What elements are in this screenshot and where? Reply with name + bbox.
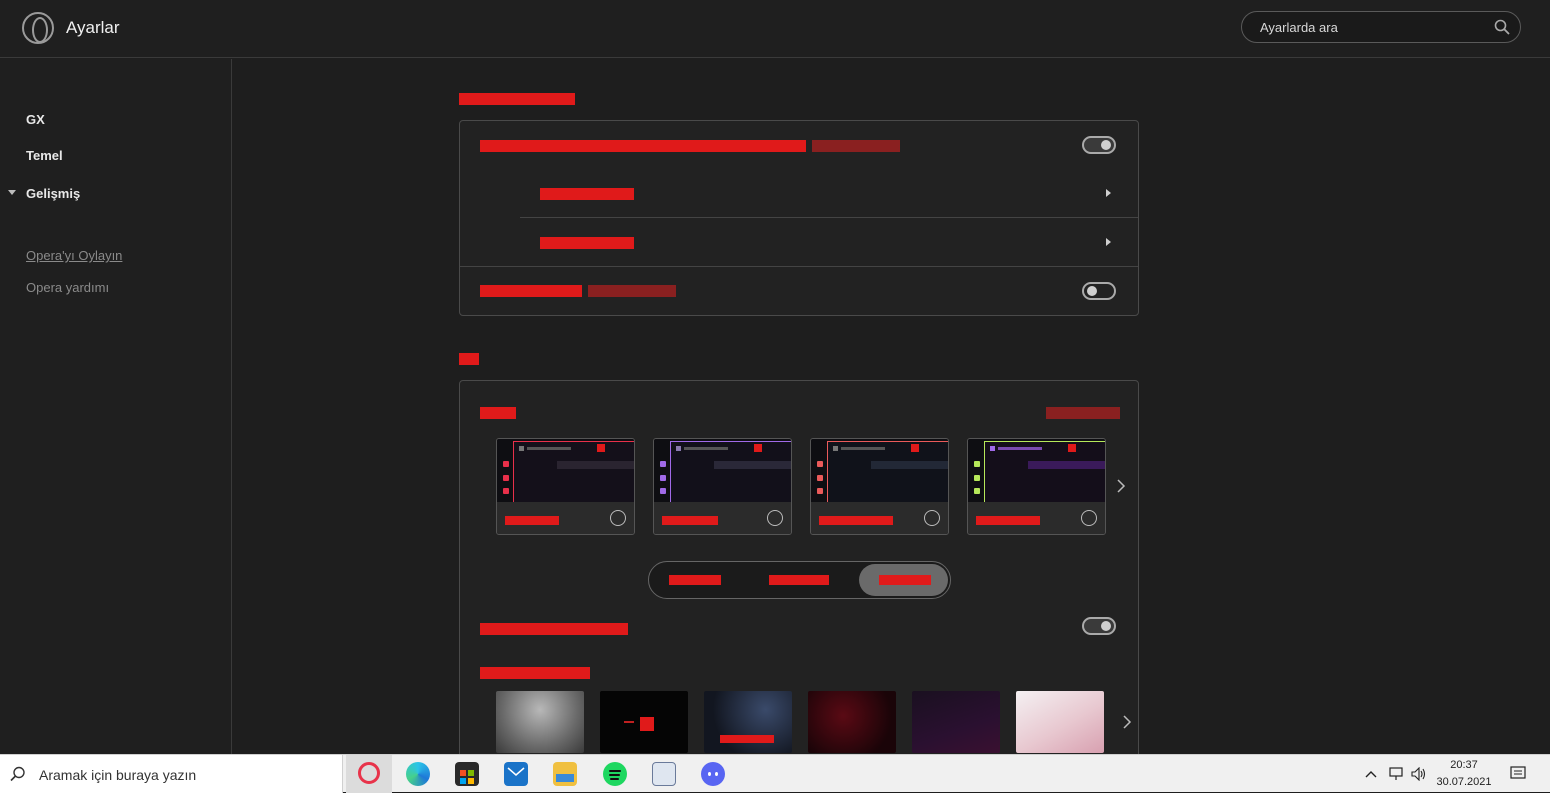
subsetting-label-redacted (540, 237, 634, 249)
chevron-up-icon[interactable] (1365, 770, 1377, 778)
radio-button[interactable] (924, 510, 940, 526)
theme-preview (497, 439, 634, 502)
learn-more-link-redacted[interactable] (588, 285, 676, 297)
top-bar: Ayarlar Ayarlarda ara (0, 0, 1550, 58)
caret-down-icon (8, 190, 16, 195)
setting-label-redacted (480, 623, 628, 635)
opera-gx-icon (358, 762, 380, 784)
theme-preview (654, 439, 791, 502)
radio-button[interactable] (767, 510, 783, 526)
setting-label-redacted (480, 140, 806, 152)
theme-name-redacted (505, 516, 559, 525)
wallpaper-label-redacted (480, 667, 590, 679)
carousel-next-icon[interactable] (1122, 715, 1132, 729)
mode-segmented-control (648, 561, 951, 599)
themes-label-redacted (480, 407, 516, 419)
carousel-next-icon[interactable] (1116, 479, 1126, 493)
settings-search-field[interactable]: Ayarlarda ara (1241, 11, 1521, 43)
wallpaper-thumb-1[interactable] (496, 691, 584, 753)
clock-time[interactable]: 20:37 (1436, 759, 1492, 771)
search-icon (1494, 19, 1510, 35)
wallpaper-thumb-2[interactable] (600, 691, 688, 753)
section-heading-redacted (459, 353, 479, 365)
settings-card-2 (459, 380, 1139, 754)
toggle-switch-1[interactable] (1082, 136, 1116, 154)
windows-taskbar: Aramak için buraya yazın 20:37 30.07.202… (0, 754, 1550, 793)
sidebar-item-gelismis[interactable]: Gelişmiş (26, 186, 80, 201)
theme-name-redacted (662, 516, 718, 525)
chevron-right-icon[interactable] (1106, 189, 1111, 197)
search-placeholder: Ayarlarda ara (1260, 20, 1338, 35)
theme-card-3[interactable] (810, 438, 949, 535)
theme-card-1[interactable] (496, 438, 635, 535)
radio-button[interactable] (1081, 510, 1097, 526)
spotify-icon[interactable] (603, 762, 627, 786)
learn-more-link-redacted[interactable] (812, 140, 900, 152)
theme-footer (811, 502, 948, 534)
customize-link-redacted[interactable] (1046, 407, 1120, 419)
app-icon[interactable] (652, 762, 676, 786)
settings-content (233, 59, 1550, 754)
section-heading-redacted (459, 93, 575, 105)
taskbar-search-box[interactable]: Aramak için buraya yazın (0, 755, 343, 793)
theme-name-redacted (819, 516, 893, 525)
notification-icon[interactable] (1510, 766, 1526, 782)
theme-preview (811, 439, 948, 502)
toggle-switch-3[interactable] (1082, 617, 1116, 635)
toggle-switch-2[interactable] (1082, 282, 1116, 300)
sidebar-item-temel[interactable]: Temel (26, 148, 63, 163)
file-explorer-icon[interactable] (553, 762, 577, 786)
theme-name-redacted (976, 516, 1040, 525)
edge-icon[interactable] (406, 762, 430, 786)
page-title: Ayarlar (66, 18, 120, 37)
chevron-right-icon[interactable] (1106, 238, 1111, 246)
discord-icon[interactable] (701, 762, 725, 786)
taskbar-active-app[interactable] (346, 755, 392, 793)
settings-card-1 (459, 120, 1139, 316)
segment-option-1[interactable] (669, 575, 721, 585)
theme-footer (654, 502, 791, 534)
wallpaper-thumb-3[interactable] (704, 691, 792, 753)
theme-footer (968, 502, 1105, 534)
opera-logo-icon (22, 12, 54, 44)
wallpaper-thumb-6[interactable] (1016, 691, 1104, 753)
wallpaper-thumb-4[interactable] (808, 691, 896, 753)
segment-label-redacted (879, 575, 931, 585)
opera-help-link[interactable]: Opera yardımı (26, 280, 109, 295)
divider (520, 217, 1138, 218)
sidebar: GX Temel Gelişmiş Opera'yı Oylayın Opera… (0, 59, 232, 754)
volume-icon[interactable] (1411, 767, 1427, 781)
theme-card-4[interactable] (967, 438, 1106, 535)
clock-date[interactable]: 30.07.2021 (1436, 776, 1492, 788)
rate-opera-link[interactable]: Opera'yı Oylayın (26, 248, 122, 263)
theme-preview (968, 439, 1105, 502)
segment-option-3-active[interactable] (859, 564, 948, 596)
setting-label-redacted (480, 285, 582, 297)
store-icon[interactable] (455, 762, 479, 786)
mail-icon[interactable] (504, 762, 528, 786)
divider (460, 266, 1138, 267)
theme-footer (497, 502, 634, 534)
wallpaper-thumb-5[interactable] (912, 691, 1000, 753)
taskbar-search-placeholder: Aramak için buraya yazın (39, 767, 197, 783)
segment-option-2[interactable] (769, 575, 829, 585)
theme-card-2[interactable] (653, 438, 792, 535)
network-icon[interactable] (1388, 767, 1404, 781)
search-icon (10, 766, 25, 782)
settings-window: Ayarlar Ayarlarda ara GX Temel Gelişmiş … (0, 0, 1550, 754)
subsetting-label-redacted (540, 188, 634, 200)
sidebar-item-gx[interactable]: GX (26, 112, 45, 127)
radio-button[interactable] (610, 510, 626, 526)
